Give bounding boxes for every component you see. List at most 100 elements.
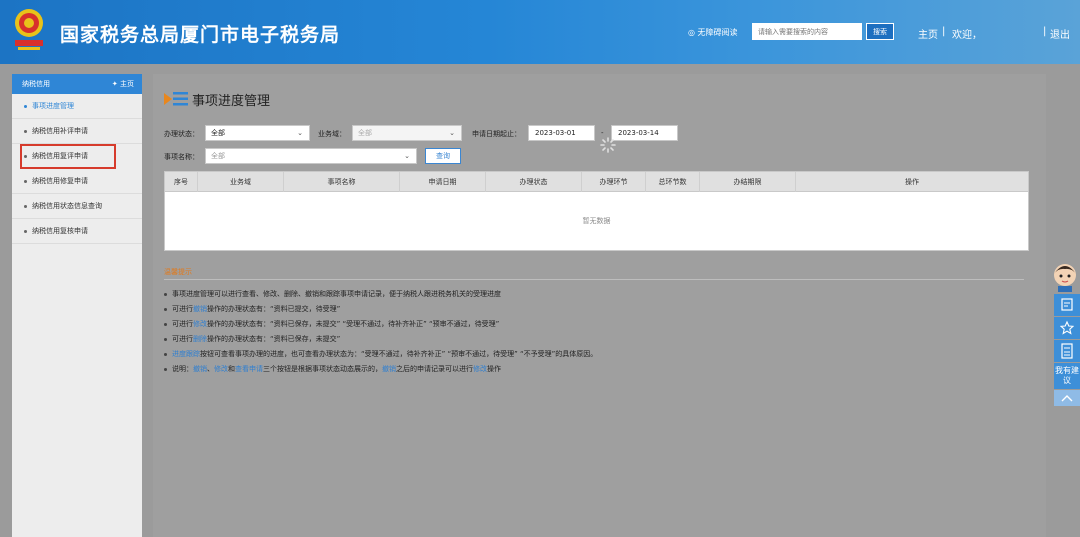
table-header-cell: 事项名称	[284, 172, 400, 192]
status-label: 办理状态：	[164, 130, 199, 138]
tip-text: 说明：	[172, 365, 193, 373]
sidebar: 纳税信用 ✦ 主页 事项进度管理 纳税信用补评申请 纳税信用复评申请 纳税信用修…	[12, 74, 142, 537]
sidebar-header: 纳税信用 ✦ 主页	[12, 74, 142, 94]
tip-text: 、	[207, 365, 214, 373]
suggestion-button[interactable]: 我有建议	[1054, 363, 1080, 389]
tip-text: 操作的办理状态有：“资料已保存，未提交” “受理不通过，待补齐补正” “预审不通…	[207, 320, 500, 328]
star-icon	[1059, 320, 1075, 335]
home-link[interactable]: 主页	[918, 26, 938, 41]
item-name-select[interactable]: 全部 ⌄	[205, 148, 417, 164]
sidebar-title: 纳税信用	[22, 80, 50, 88]
page-title: 事项进度管理	[192, 94, 271, 109]
table-header-cell: 操作	[905, 178, 919, 186]
tip-link-revoke: 撤销	[193, 365, 207, 373]
bullet-icon	[24, 129, 27, 133]
results-table: 序号 业务域 事项名称 申请日期 办理状态 办理环节 总环节数 办结期限 操作 …	[164, 171, 1029, 251]
favorite-button[interactable]	[1054, 317, 1080, 339]
bullet-icon	[164, 337, 167, 341]
table-header-cell: 办理状态	[486, 172, 582, 192]
chevron-up-icon	[1061, 395, 1073, 402]
status-select-value: 全部	[211, 129, 225, 137]
tip-text: 事项进度管理可以进行查看、修改、删除、撤销和跟踪事项申请记录，便于纳税人跟进税务…	[172, 290, 501, 298]
query-button[interactable]: 查询	[425, 148, 461, 164]
tip-text: 可进行	[172, 320, 193, 328]
chevron-down-icon: ⌄	[404, 152, 410, 160]
start-date-input[interactable]: 2023-03-01	[528, 125, 595, 141]
end-date-input[interactable]: 2023-03-14	[611, 125, 678, 141]
date-separator: -	[601, 129, 604, 137]
loading-spinner-icon	[600, 137, 616, 153]
tip-line: 可进行修改操作的办理状态有：“资料已保存，未提交” “受理不通过，待补齐补正” …	[164, 319, 499, 329]
sidebar-item-re-evaluation[interactable]: 纳税信用复评申请	[20, 144, 116, 169]
welcome-text: 欢迎，	[952, 30, 982, 41]
bullet-icon	[164, 367, 167, 371]
sidebar-item-label: 纳税信用修复申请	[32, 177, 88, 185]
table-header-cell: 序号	[165, 172, 198, 192]
nav-separator: |	[942, 26, 946, 37]
search-button[interactable]: 搜索	[866, 23, 894, 40]
tip-link-modify: 修改	[214, 365, 228, 373]
domain-select[interactable]: 全部 ⌄	[352, 125, 462, 141]
tip-text: 按钮可查看事项办理的进度，也可查看办理状态为：“受理不通过，待补齐补正” “预审…	[200, 350, 598, 358]
sidebar-item-label: 纳税信用补评申请	[32, 127, 88, 135]
bullet-icon	[24, 204, 27, 208]
table-header-cell: 申请日期	[400, 172, 486, 192]
tip-text: 之后的申请记录可以进行	[396, 365, 473, 373]
tip-text: 三个按钮是根据事项状态动态展示的，	[263, 365, 382, 373]
calculator-icon	[1061, 343, 1073, 359]
tips-divider	[164, 279, 1024, 280]
table-header-cell: 业务域	[198, 172, 284, 192]
table-header-cell: 总环节数	[646, 172, 700, 192]
sidebar-item-status-query[interactable]: 纳税信用状态信息查询	[12, 194, 142, 219]
tip-line: 可进行删除操作的办理状态有：“资料已保存，未提交”	[164, 334, 340, 344]
bullet-icon	[24, 104, 27, 108]
sidebar-item-label: 纳税信用复评申请	[32, 152, 88, 160]
sidebar-item-label: 纳税信用复核申请	[32, 227, 88, 235]
back-to-top-button[interactable]	[1054, 390, 1080, 406]
tip-link-revoke: 撤销	[193, 305, 207, 313]
sidebar-item-supplementary-evaluation[interactable]: 纳税信用补评申请	[12, 119, 142, 144]
assistant-avatar-icon[interactable]	[1052, 262, 1078, 292]
tip-link-view: 查看申请	[235, 365, 263, 373]
tip-line: 可进行撤销操作的办理状态有：“资料已提交，待受理”	[164, 304, 340, 314]
chat-icon	[1061, 298, 1073, 311]
tip-text: 可进行	[172, 335, 193, 343]
bullet-icon	[24, 179, 27, 183]
domain-label: 业务域：	[318, 130, 346, 138]
sidebar-item-review-application[interactable]: 纳税信用复核申请	[12, 219, 142, 244]
main-panel: 事项进度管理 办理状态： 全部 ⌄ 业务域： 全部 ⌄ 申请日期起止： 2023…	[153, 74, 1046, 537]
tip-link-modify: 修改	[193, 320, 207, 328]
nav-separator: |	[1043, 26, 1047, 37]
bullet-icon	[164, 352, 167, 356]
date-range-label: 申请日期起止：	[472, 130, 521, 138]
top-header: 国家税务总局厦门市电子税务局 ◎ 无障碍阅读 搜索 主页 | 欢迎， | 退出	[0, 0, 1080, 64]
bullet-icon	[24, 229, 27, 233]
sidebar-item-label: 事项进度管理	[32, 102, 74, 110]
tips-title: 温馨提示	[164, 268, 192, 276]
item-name-label: 事项名称：	[164, 153, 199, 161]
item-name-select-value: 全部	[211, 152, 225, 160]
logout-link[interactable]: 退出	[1050, 26, 1070, 41]
list-arrow-icon	[164, 92, 188, 106]
tip-line: 事项进度管理可以进行查看、修改、删除、撤销和跟踪事项申请记录，便于纳税人跟进税务…	[164, 289, 501, 299]
tip-text: 和	[228, 365, 235, 373]
tip-link-delete: 删除	[193, 335, 207, 343]
sidebar-item-credit-repair[interactable]: 纳税信用修复申请	[12, 169, 142, 194]
search-input[interactable]	[752, 23, 862, 40]
table-header-cell: 办理环节	[582, 172, 646, 192]
sidebar-home-link[interactable]: ✦ 主页	[112, 74, 134, 94]
chat-button[interactable]	[1054, 294, 1080, 316]
sidebar-item-label: 纳税信用状态信息查询	[32, 202, 102, 210]
bullet-icon	[24, 154, 27, 158]
chevron-down-icon: ⌄	[449, 129, 455, 137]
bullet-icon	[164, 322, 167, 326]
tip-text: 操作的办理状态有：“资料已提交，待受理”	[207, 305, 341, 313]
tip-line: 进度跟踪按钮可查看事项办理的进度，也可查看办理状态为：“受理不通过，待补齐补正”…	[164, 349, 597, 359]
table-header-cell: 办结期限	[700, 172, 796, 192]
status-select[interactable]: 全部 ⌄	[205, 125, 310, 141]
tip-text: 操作	[487, 365, 501, 373]
calculator-button[interactable]	[1054, 340, 1080, 362]
sidebar-item-progress-management[interactable]: 事项进度管理	[12, 94, 142, 119]
tip-link-revoke: 撤销	[382, 365, 396, 373]
accessibility-link[interactable]: ◎ 无障碍阅读	[688, 27, 738, 38]
